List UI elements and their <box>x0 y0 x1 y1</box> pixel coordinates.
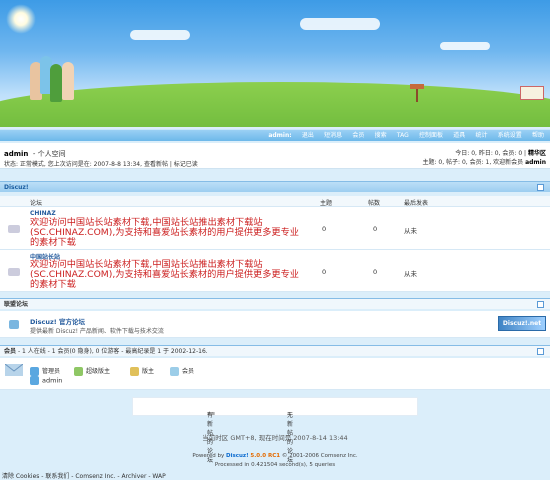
online-title[interactable]: 会员 <box>4 348 16 355</box>
partner-description: 提供最新 Discuz! 产品新闻、软件下载与技术交流 <box>30 328 164 335</box>
col-forum: 论坛 <box>30 200 43 207</box>
partner-header[interactable]: 联盟论坛 <box>0 298 550 309</box>
today-stats: 今日: 0, 昨日: 0, 会员: 0 | <box>455 150 527 157</box>
col-posts: 帖数 <box>368 200 381 207</box>
powered-by: Powered by Discuz! 5.0.0 RC1 © 2001-2006… <box>0 452 550 470</box>
category-header[interactable]: Discuz! <box>0 181 550 192</box>
top-nav-bar: admin: 退出 短消息 会员 搜索 TAG 控制面板 道具 统计 系统设置 … <box>0 129 550 141</box>
totals-stats: 主题: 0, 帖子: 0, 会员: 1, 欢迎新会员 <box>422 159 524 166</box>
forum-last-post: 从未 <box>404 270 417 278</box>
version-label: 5.0.0 RC1 <box>250 453 281 459</box>
user-info-bar: admin - 个人空间 状态: 正常模式, 您上次访问是在: 2007-8-8… <box>0 143 550 169</box>
newest-member-link[interactable]: admin <box>525 159 546 166</box>
nav-system-settings[interactable]: 系统设置 <box>498 132 522 139</box>
username-link[interactable]: admin <box>4 150 28 158</box>
online-list: 管理员 超级版主 版主 会员 <box>0 358 550 390</box>
forum-status-icon <box>8 268 20 276</box>
partner-logo[interactable]: Discuz!.net <box>498 316 546 331</box>
footer-links[interactable]: 清除 Cookies - 联系我们 - Comsenz Inc. - Archi… <box>2 471 166 480</box>
nav-stats[interactable]: 统计 <box>475 132 487 139</box>
hill-graphic <box>0 82 550 127</box>
nav-members[interactable]: 会员 <box>352 132 364 139</box>
powered-prefix: Powered by <box>192 453 225 459</box>
nav-logout[interactable]: 退出 <box>302 132 314 139</box>
forum-stats: 今日: 0, 昨日: 0, 会员: 0 | 精华区 主题: 0, 帖子: 0, … <box>422 149 546 167</box>
col-last-post: 最后发表 <box>404 200 429 207</box>
house-graphic <box>520 86 544 100</box>
forum-name-link[interactable]: CHINAZ <box>30 210 56 217</box>
header-banner <box>0 0 550 127</box>
super-moderator-icon <box>74 367 83 376</box>
forum-row: 中国站长站 欢迎访问中国站长站素材下载,中国站长站推出素材下载站(SC.CHIN… <box>0 250 550 292</box>
view-new-posts-link[interactable]: 查看新帖 <box>144 161 168 168</box>
online-header[interactable]: 会员 - 1 人在线 - 1 会员(0 隐身), 0 位游客 - 最高纪录是 1… <box>0 345 550 356</box>
online-list-icon <box>5 364 23 376</box>
nav-tools[interactable]: 道具 <box>453 132 465 139</box>
signpost-graphic <box>410 84 424 102</box>
partner-title: 联盟论坛 <box>4 301 29 308</box>
legend-super-mod: 超级版主 <box>74 366 110 376</box>
forum-posts-count: 0 <box>373 268 378 276</box>
legend-mod: 版主 <box>130 366 154 376</box>
status-line: 状态: 正常模式, 您上次访问是在: 2007-8-8 13:34, 查看新帖 … <box>4 159 198 168</box>
forum-row: CHINAZ 欢迎访问中国站长站素材下载,中国站长站推出素材下载站(SC.CHI… <box>0 207 550 250</box>
cloud-graphic <box>440 42 490 50</box>
mark-read-link[interactable]: | 标记已读 <box>170 161 198 168</box>
forum-posts-count: 0 <box>373 225 378 233</box>
discuz-brand-link[interactable]: Discuz! <box>226 453 249 459</box>
timezone-info: 当前时区 GMT+8, 现在时间是 2007-8-14 13:44 <box>202 434 348 442</box>
col-topics: 主题 <box>320 200 333 207</box>
nav-username[interactable]: admin: <box>268 132 291 139</box>
sun-graphic <box>6 4 36 34</box>
legend-member: 会员 <box>170 366 194 376</box>
collapse-icon[interactable] <box>537 348 544 355</box>
nav-help[interactable]: 帮助 <box>532 132 544 139</box>
cloud-graphic <box>130 30 190 40</box>
forum-status-icon <box>8 225 20 233</box>
digest-link[interactable]: 精华区 <box>528 150 546 157</box>
admin-icon <box>30 367 39 376</box>
moderator-icon <box>130 367 139 376</box>
collapse-icon[interactable] <box>537 184 544 191</box>
admin-icon <box>30 376 39 385</box>
member-icon <box>170 367 179 376</box>
user-line: admin - 个人空间 <box>4 149 66 159</box>
partner-home-icon <box>9 320 19 329</box>
forum-status-legend: ▪▪ 有新帖的论坛 ▪ 无新帖的论坛 <box>132 397 418 464</box>
online-username[interactable]: admin <box>42 377 62 385</box>
status-text: 状态: 正常模式, 您上次访问是在: 2007-8-8 13:34, <box>4 161 143 168</box>
category-title[interactable]: Discuz! <box>4 184 29 191</box>
nav-messages[interactable]: 短消息 <box>324 132 342 139</box>
collapse-icon[interactable] <box>537 301 544 308</box>
copyright-text: © 2001-2006 Comsenz Inc. <box>281 453 358 459</box>
forum-column-headers: 论坛 主题 帖数 最后发表 <box>0 196 550 207</box>
partner-row: Discuz! 官方论坛 提供最新 Discuz! 产品新闻、软件下载与技术交流… <box>0 311 550 338</box>
online-summary: - 1 人在线 - 1 会员(0 隐身), 0 位游客 - 最高纪录是 1 于 … <box>17 348 208 355</box>
forum-description: 欢迎访问中国站长站素材下载,中国站长站推出素材下载站(SC.CHINAZ.COM… <box>30 217 299 248</box>
personal-space-link[interactable]: - 个人空间 <box>33 150 66 158</box>
forum-description: 欢迎访问中国站长站素材下载,中国站长站推出素材下载站(SC.CHINAZ.COM… <box>30 259 299 290</box>
forum-topics-count: 0 <box>322 225 327 233</box>
legend-admin: 管理员 <box>30 366 60 376</box>
nav-control-panel[interactable]: 控制面板 <box>419 132 443 139</box>
forum-topics-count: 0 <box>322 268 327 276</box>
forum-last-post: 从未 <box>404 227 417 235</box>
online-user[interactable]: admin <box>30 376 62 385</box>
cloud-graphic <box>300 18 380 30</box>
partner-name-link[interactable]: Discuz! 官方论坛 <box>30 316 85 326</box>
processed-info: Processed in 0.421504 second(s), 5 queri… <box>214 462 336 468</box>
nav-search[interactable]: 搜索 <box>375 132 387 139</box>
nav-tag[interactable]: TAG <box>397 132 409 139</box>
